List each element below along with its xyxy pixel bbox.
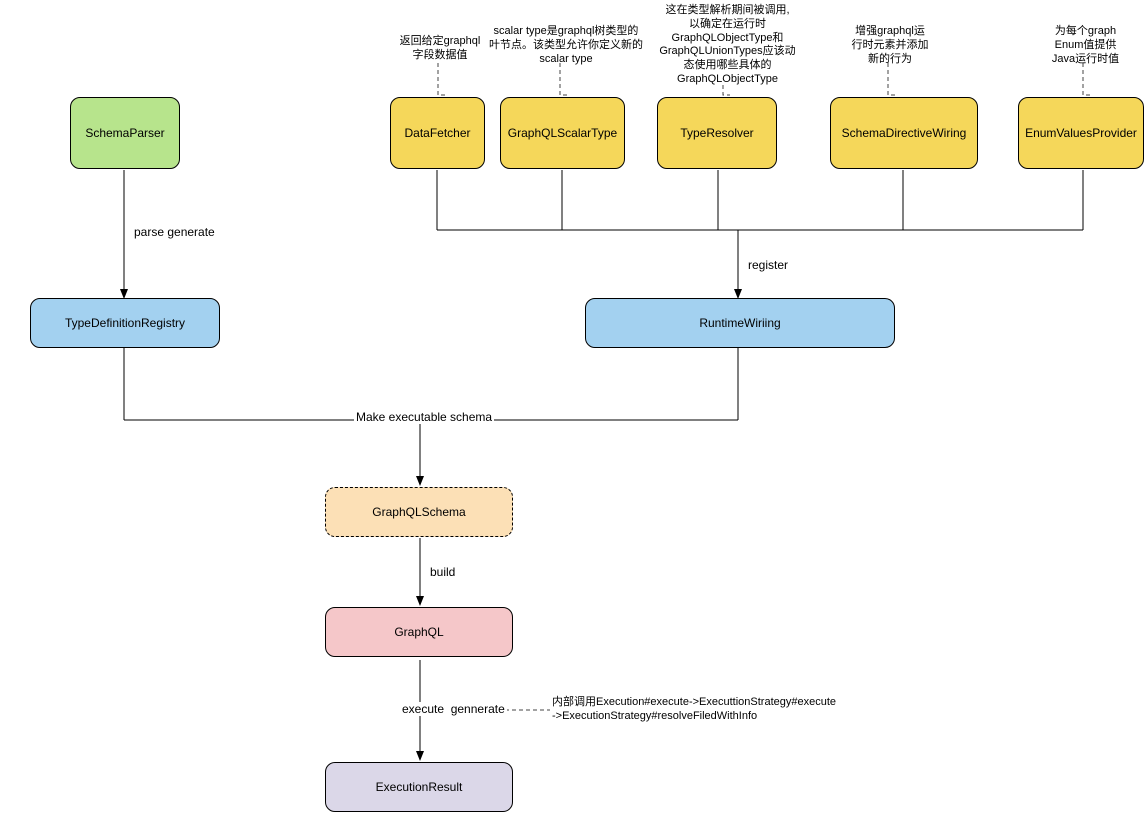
node-label: SchemaParser: [85, 126, 164, 140]
edge-label-makeschema: Make executable schema: [354, 410, 494, 424]
node-label: SchemaDirectiveWiring: [842, 126, 967, 140]
annotation-directive: 增强graphql运 行时元素并添加 新的行为: [840, 25, 940, 66]
annotation-datafetcher: 返回给定graphql 字段数据值: [380, 35, 500, 63]
annotation-scalar: scalar type是graphql树类型的 叶节点。该类型允许你定义新的 s…: [486, 25, 646, 66]
node-label: ExecutionResult: [376, 780, 463, 794]
node-graphql: GraphQL: [325, 607, 513, 657]
annotation-enum: 为每个graph Enum值提供 Java运行时值: [1038, 25, 1133, 66]
node-label: RuntimeWiriing: [699, 316, 780, 330]
node-label: TypeDefinitionRegistry: [65, 316, 185, 330]
node-typeresolver: TypeResolver: [657, 97, 777, 169]
node-runtimewiring: RuntimeWiriing: [585, 298, 895, 348]
node-enumvaluesprovider: EnumValuesProvider: [1018, 97, 1144, 169]
node-label: EnumValuesProvider: [1025, 126, 1137, 140]
node-typedefinitionregistry: TypeDefinitionRegistry: [30, 298, 220, 348]
node-label: GraphQLScalarType: [508, 126, 617, 140]
edge-label-build: build: [428, 565, 457, 579]
node-graphqlschema: GraphQLSchema: [325, 487, 513, 537]
node-label: GraphQLSchema: [372, 505, 465, 519]
node-label: DataFetcher: [404, 126, 470, 140]
node-label: TypeResolver: [680, 126, 753, 140]
edge-label-parse: parse generate: [132, 225, 217, 239]
node-executionresult: ExecutionResult: [325, 762, 513, 812]
node-label: GraphQL: [394, 625, 443, 639]
node-schemaparser: SchemaParser: [70, 97, 180, 169]
node-schemadirectivewiring: SchemaDirectiveWiring: [830, 97, 978, 169]
node-graphqlscalartype: GraphQLScalarType: [500, 97, 625, 169]
edge-label-execute: execute gennerate: [400, 702, 507, 716]
edge-label-register: register: [746, 258, 790, 272]
annotation-execute-note: 内部调用Execution#execute->ExecuttionStrateg…: [552, 696, 882, 724]
annotation-typeresolver: 这在类型解析期间被调用, 以确定在运行时 GraphQLObjectType和 …: [650, 4, 805, 87]
node-datafetcher: DataFetcher: [390, 97, 485, 169]
